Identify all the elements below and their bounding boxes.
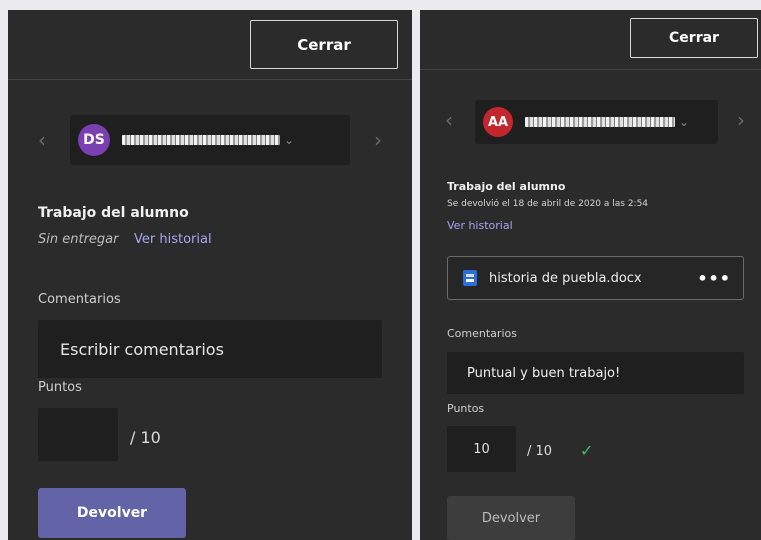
student-name-redacted	[525, 117, 675, 127]
close-button[interactable]: Cerrar	[630, 18, 758, 58]
points-input[interactable]: 10	[447, 426, 516, 472]
points-input[interactable]	[38, 408, 118, 461]
student-selector[interactable]: AA ⌄	[475, 100, 718, 144]
file-name: historia de puebla.docx	[489, 270, 642, 286]
points-total: / 10	[130, 428, 161, 447]
avatar: AA	[483, 107, 513, 137]
student-work-title: Trabajo del alumno	[447, 180, 566, 193]
points-total: / 10	[527, 444, 553, 459]
return-button[interactable]: Devolver	[447, 496, 575, 540]
grading-panel-right: Cerrar ‹ AA ⌄ › Trabajo del alumno Se de…	[420, 10, 761, 540]
points-value: 10	[473, 441, 490, 457]
checkmark-icon: ✓	[580, 441, 594, 460]
close-button[interactable]: Cerrar	[250, 20, 398, 69]
chevron-down-icon: ⌄	[284, 133, 295, 147]
comments-placeholder: Escribir comentarios	[60, 339, 224, 359]
avatar: DS	[78, 124, 110, 156]
points-label: Puntos	[38, 380, 82, 395]
return-button[interactable]: Devolver	[38, 488, 186, 538]
student-work-title: Trabajo del alumno	[38, 205, 189, 221]
comments-label: Comentarios	[447, 327, 517, 340]
comments-label: Comentarios	[38, 292, 121, 307]
points-label: Puntos	[447, 402, 485, 415]
panel-header: Cerrar	[420, 10, 761, 70]
attachment-file-card[interactable]: historia de puebla.docx •••	[447, 256, 744, 300]
next-student-icon[interactable]: ›	[737, 110, 745, 130]
next-student-icon[interactable]: ›	[374, 130, 382, 150]
returned-date-text: Se devolvió el 18 de abril de 2020 a las…	[447, 199, 649, 209]
comments-input[interactable]: Puntual y buen trabajo!	[447, 352, 744, 394]
previous-student-icon[interactable]: ‹	[445, 110, 453, 130]
previous-student-icon[interactable]: ‹	[38, 130, 46, 150]
student-name-redacted	[122, 135, 280, 145]
comments-value: Puntual y buen trabajo!	[467, 365, 621, 381]
view-history-link[interactable]: Ver historial	[447, 219, 513, 232]
chevron-down-icon: ⌄	[679, 115, 690, 129]
student-selector[interactable]: DS ⌄	[70, 115, 350, 165]
grading-panel-left: Cerrar ‹ DS ⌄ › Trabajo del alumno Sin e…	[8, 10, 412, 540]
word-document-icon	[463, 270, 477, 286]
more-options-icon[interactable]: •••	[697, 269, 731, 288]
submission-status: Sin entregar	[38, 232, 119, 247]
panel-header: Cerrar	[8, 10, 412, 80]
view-history-link[interactable]: Ver historial	[134, 232, 212, 247]
comments-input[interactable]: Escribir comentarios	[38, 320, 382, 378]
